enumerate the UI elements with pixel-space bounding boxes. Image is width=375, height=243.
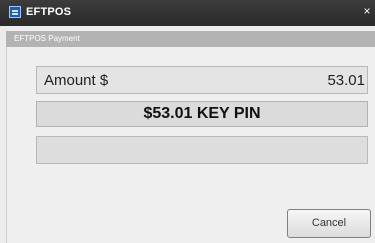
pin-prompt-text: $53.01 KEY PIN <box>143 105 261 122</box>
amount-field: Amount $ 53.01 <box>36 66 368 94</box>
status-display <box>36 136 368 164</box>
amount-label: Amount $ <box>44 72 109 89</box>
close-button[interactable]: × <box>361 4 373 18</box>
amount-value: 53.01 <box>327 72 365 89</box>
eftpos-window: EFTPOS × EFTPOS Payment Amount $ 53.01 $… <box>0 0 375 243</box>
dialog-subtitle: EFTPOS Payment <box>6 31 375 47</box>
title-bar: EFTPOS × <box>0 0 375 26</box>
pin-prompt-display: $53.01 KEY PIN <box>36 101 368 127</box>
cancel-button[interactable]: Cancel <box>287 209 371 238</box>
eftpos-app-icon <box>9 6 21 18</box>
window-title: EFTPOS <box>26 6 72 18</box>
